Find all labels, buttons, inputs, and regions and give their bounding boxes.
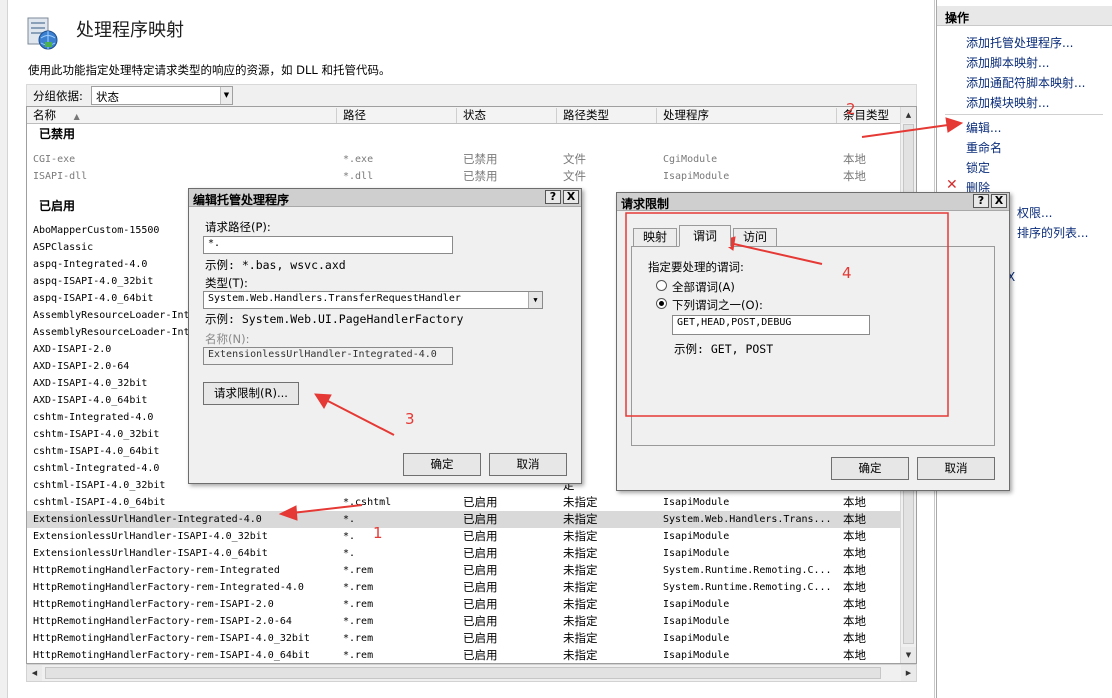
annotation-arrow-1 (291, 504, 363, 514)
annotation-number-1: 1 (373, 524, 383, 542)
annotation-arrow-3 (325, 399, 395, 436)
annotation-arrow-2 (861, 124, 949, 138)
annotation-number-4: 4 (842, 264, 852, 282)
annotation-box (625, 212, 949, 417)
annotation-number-2: 2 (846, 100, 856, 118)
annotation-number-3: 3 (405, 410, 415, 428)
annotation-arrow-4 (733, 243, 823, 265)
annotation-arrows (278, 117, 964, 521)
annotation-overlay (278, 117, 964, 521)
tab-verbs[interactable]: 谓词 (679, 225, 731, 247)
